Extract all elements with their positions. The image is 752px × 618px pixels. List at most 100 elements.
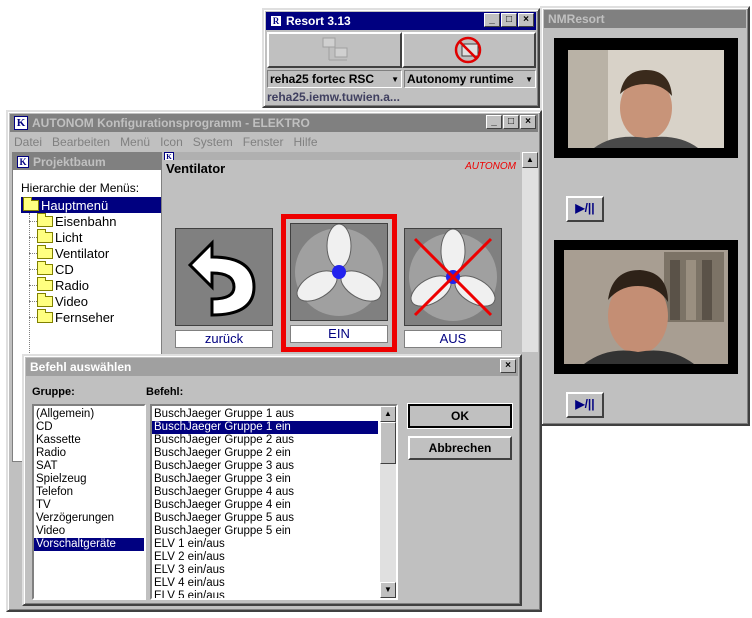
projektbaum-titlebar[interactable]: K Projektbaum — [13, 153, 161, 170]
list-item[interactable]: BuschJaeger Gruppe 5 ein — [152, 525, 378, 538]
list-item[interactable]: ELV 1 ein/aus — [152, 538, 378, 551]
menu-menue[interactable]: Menü — [120, 135, 150, 149]
autonom-titlebar[interactable]: K AUTONOM Konfigurationsprogramm - ELEKT… — [10, 114, 538, 132]
folder-icon — [37, 212, 53, 227]
maximize-button[interactable]: □ — [503, 115, 519, 129]
menu-system[interactable]: System — [193, 135, 233, 149]
menu-bar: Datei Bearbeiten Menü Icon System Fenste… — [14, 135, 328, 149]
folder-icon — [37, 260, 53, 275]
tree-item-ventilator[interactable]: Ventilator — [29, 244, 109, 261]
folder-icon — [37, 228, 53, 243]
list-item[interactable]: BuschJaeger Gruppe 1 aus — [152, 408, 378, 421]
menu-bearbeiten[interactable]: Bearbeiten — [52, 135, 110, 149]
group-label: Gruppe: — [32, 386, 75, 398]
nmresort-titlebar[interactable]: NMResort — [544, 10, 746, 28]
video-feed-2 — [554, 240, 738, 374]
tree-item-video[interactable]: Video — [29, 292, 88, 309]
maximize-button[interactable]: □ — [501, 13, 517, 27]
autonom-app-icon: K — [17, 155, 29, 168]
chevron-down-icon: ▼ — [525, 74, 533, 84]
person-2-image — [564, 250, 728, 364]
dialog-titlebar[interactable]: Befehl auswählen — [26, 358, 518, 376]
list-item[interactable]: BuschJaeger Gruppe 2 ein — [152, 447, 378, 460]
scroll-up-icon[interactable]: ▲ — [380, 406, 396, 422]
minimize-button[interactable]: _ — [484, 13, 500, 27]
tile-zurueck[interactable]: zurück — [175, 228, 273, 348]
list-item[interactable]: Verzögerungen — [34, 512, 144, 525]
list-item[interactable]: TV — [34, 499, 144, 512]
autonom-title: AUTONOM Konfigurationsprogramm - ELEKTRO — [32, 116, 310, 130]
menu-datei[interactable]: Datei — [14, 135, 42, 149]
status-text: reha25.iemw.tuwien.a... — [267, 90, 400, 104]
tree-item-licht[interactable]: Licht — [29, 228, 82, 245]
menu-fenster[interactable]: Fenster — [243, 135, 284, 149]
back-arrow-icon — [175, 228, 273, 326]
chevron-down-icon: ▼ — [391, 74, 399, 84]
device-select[interactable]: reha25 fortec RSC ▼ — [267, 70, 402, 88]
menu-icon[interactable]: Icon — [160, 135, 183, 149]
scroll-down-icon[interactable]: ▼ — [380, 582, 396, 598]
tree-item-hauptmenue[interactable]: Hauptmenü — [21, 196, 161, 213]
folder-icon — [37, 308, 53, 323]
list-item[interactable]: Telefon — [34, 486, 144, 499]
list-item[interactable]: CD — [34, 421, 144, 434]
main-scrollbar[interactable]: ▲ — [522, 152, 538, 352]
mode-select[interactable]: Autonomy runtime ▼ — [404, 70, 536, 88]
ok-button[interactable]: OK — [407, 403, 513, 429]
list-item[interactable]: Spielzeug — [34, 473, 144, 486]
resort-window: R Resort 3.13 _ □ × reha25 fortec RSC ▼ … — [262, 8, 540, 108]
tree-item-fernseher[interactable]: Fernseher — [29, 308, 114, 325]
folder-open-icon — [23, 196, 39, 211]
list-item[interactable]: ELV 2 ein/aus — [152, 551, 378, 564]
close-button[interactable]: × — [518, 13, 534, 27]
list-item-selected[interactable]: BuschJaeger Gruppe 1 ein — [152, 421, 378, 434]
menu-hilfe[interactable]: Hilfe — [293, 135, 317, 149]
nmresort-window: NMResort ▶/|| ▶/|| — [540, 6, 750, 426]
list-item[interactable]: BuschJaeger Gruppe 4 ein — [152, 499, 378, 512]
close-button[interactable]: × — [520, 115, 536, 129]
tree-item-radio[interactable]: Radio — [29, 276, 89, 293]
cancel-button[interactable]: Abbrechen — [408, 436, 512, 460]
close-button[interactable]: × — [500, 359, 516, 373]
folder-icon — [37, 292, 53, 307]
minimize-button[interactable]: _ — [486, 115, 502, 129]
list-item[interactable]: SAT — [34, 460, 144, 473]
ventilator-mini-titlebar: K — [164, 152, 520, 160]
list-item[interactable]: (Allgemein) — [34, 408, 144, 421]
tree-item-eisenbahn[interactable]: Eisenbahn — [29, 212, 116, 229]
list-item[interactable]: Radio — [34, 447, 144, 460]
folder-open-icon — [37, 244, 53, 259]
device-panel-button[interactable] — [267, 32, 402, 68]
command-scrollbar[interactable]: ▲ ▼ — [380, 406, 396, 598]
list-item[interactable]: BuschJaeger Gruppe 3 aus — [152, 460, 378, 473]
tile-ein[interactable]: EIN — [281, 214, 397, 352]
nmresort-title: NMResort — [548, 12, 605, 26]
list-item[interactable]: BuschJaeger Gruppe 2 aus — [152, 434, 378, 447]
group-list[interactable]: (Allgemein) CD Kassette Radio SAT Spielz… — [32, 404, 146, 600]
network-computer-icon — [322, 37, 348, 61]
list-item[interactable]: ELV 5 ein/aus — [152, 590, 378, 598]
command-list[interactable]: BuschJaeger Gruppe 1 aus BuschJaeger Gru… — [150, 404, 398, 600]
list-item[interactable]: BuschJaeger Gruppe 5 aus — [152, 512, 378, 525]
tile-aus[interactable]: AUS — [404, 228, 502, 348]
fan-on-icon — [290, 223, 388, 321]
list-item[interactable]: BuschJaeger Gruppe 3 ein — [152, 473, 378, 486]
video-feed-1 — [554, 38, 738, 158]
autonomy-panel-button[interactable] — [402, 32, 536, 68]
resort-app-icon: R — [270, 15, 282, 27]
scroll-up-icon[interactable]: ▲ — [522, 152, 538, 168]
play-pause-button-2[interactable]: ▶/|| — [566, 392, 604, 418]
list-item[interactable]: ELV 3 ein/aus — [152, 564, 378, 577]
list-item[interactable]: Video — [34, 525, 144, 538]
play-pause-button-1[interactable]: ▶/|| — [566, 196, 604, 222]
scroll-thumb[interactable] — [380, 422, 396, 464]
befehl-dialog: Befehl auswählen × Gruppe: Befehl: (Allg… — [22, 354, 522, 606]
tree-item-cd[interactable]: CD — [29, 260, 74, 277]
folder-icon — [37, 276, 53, 291]
ventilator-heading: Ventilator — [166, 161, 226, 176]
resort-title: Resort 3.13 — [286, 14, 351, 28]
list-item[interactable]: Kassette — [34, 434, 144, 447]
list-item-selected[interactable]: Vorschaltgeräte — [34, 538, 144, 551]
list-item[interactable]: BuschJaeger Gruppe 4 aus — [152, 486, 378, 499]
list-item[interactable]: ELV 4 ein/aus — [152, 577, 378, 590]
